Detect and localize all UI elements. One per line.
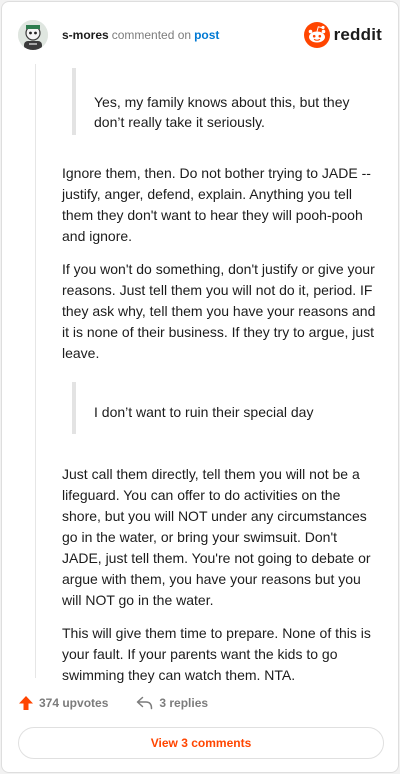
comment-meta: s-mores commented on post <box>62 27 219 43</box>
comment-card: s-mores commented on post reddit Yes, my f… <box>1 1 399 773</box>
brand-wordmark: reddit <box>333 25 382 44</box>
view-comments-button[interactable]: View 3 comments <box>18 727 384 759</box>
comment-footer: 374 upvotes 3 replies <box>18 692 208 714</box>
user-avatar[interactable] <box>18 20 48 50</box>
blockquote: Yes, my family knows about this, but the… <box>72 68 368 135</box>
comment-paragraph: If you won't do something, don't justify… <box>62 261 376 361</box>
avatar-icon <box>18 20 48 50</box>
comment-paragraph: Ignore them, then. Do not bother trying … <box>62 165 371 244</box>
upvote-arrow-icon <box>19 696 33 710</box>
quote-text: I don’t want to ruin their special day <box>94 404 314 420</box>
reply-arrow-icon <box>137 696 153 710</box>
comment-body: Yes, my family knows about this, but the… <box>62 68 380 686</box>
action-text: commented on <box>111 28 192 42</box>
reply-count: 3 replies <box>159 696 209 710</box>
replies-button[interactable]: 3 replies <box>136 696 208 710</box>
blockquote: I don’t want to ruin their special day <box>72 382 380 434</box>
quote-text: Yes, my family knows about this, but the… <box>94 94 350 130</box>
upvote-button[interactable]: 374 upvotes <box>18 695 108 711</box>
comment-paragraph: This will give them time to prepare. Non… <box>62 625 371 683</box>
post-link[interactable]: post <box>194 28 219 42</box>
username-link[interactable]: s-mores <box>62 28 109 42</box>
thread-line[interactable] <box>35 64 36 678</box>
comment-paragraph: Just call them directly, tell them you w… <box>62 466 371 608</box>
comment-header: s-mores commented on post reddit <box>18 18 382 54</box>
upvote-count: 374 upvotes <box>39 696 109 710</box>
reddit-brand[interactable]: reddit <box>303 21 382 49</box>
reddit-logo-icon <box>303 22 330 48</box>
